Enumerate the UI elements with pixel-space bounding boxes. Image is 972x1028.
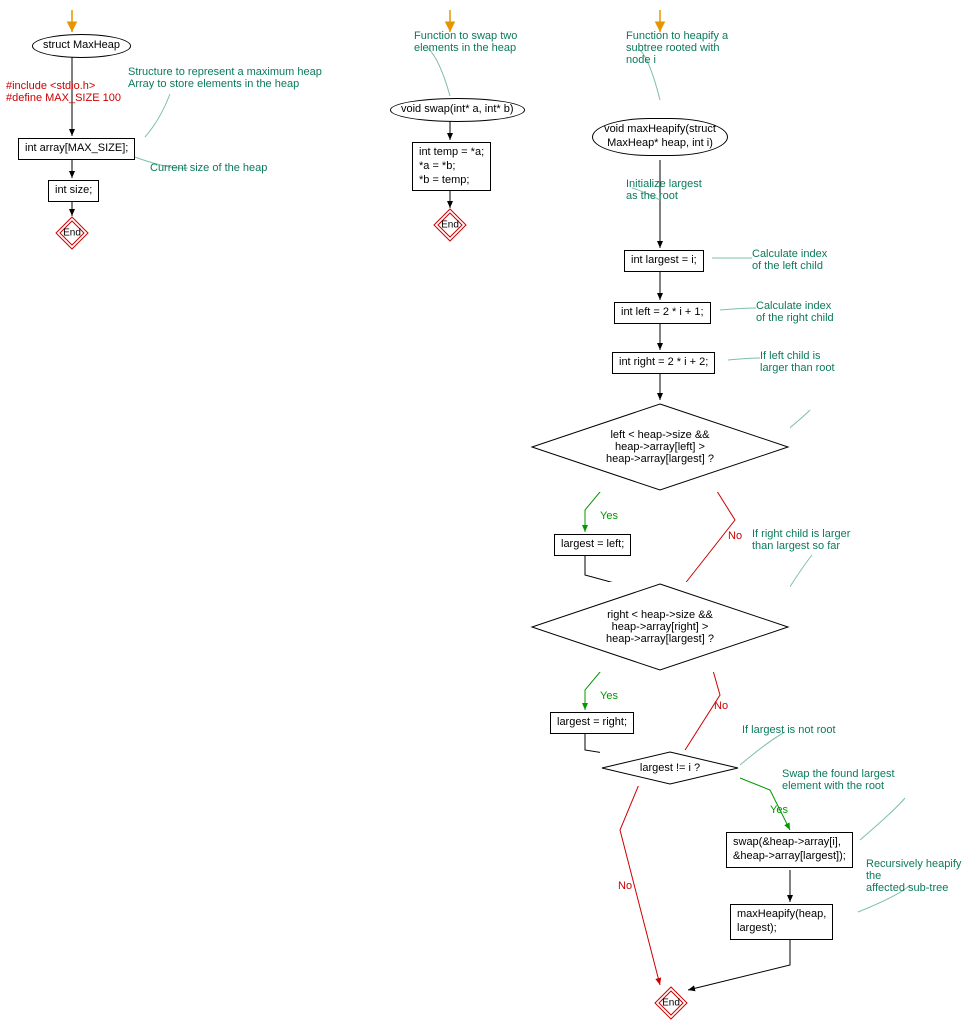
col3-setright-box: largest = right;	[550, 712, 634, 734]
col2-comment: Function to swap two elements in the hea…	[414, 30, 517, 54]
col3-end-label: End	[662, 998, 680, 1009]
col3-cond3-label: largest != i ?	[640, 762, 700, 774]
col1-end: End	[55, 216, 89, 250]
col3-cond1-label: left < heap->size && heap->array[left] >…	[606, 429, 714, 465]
col3-largest-label: int largest = i;	[624, 250, 704, 272]
col1-title-label: struct MaxHeap	[32, 34, 131, 58]
col3-comment-rec: Recursively heapify the affected sub-tre…	[866, 858, 972, 894]
cond1-no: No	[728, 530, 742, 542]
cond1-yes: Yes	[600, 510, 618, 522]
col3-right-box: int right = 2 * i + 2;	[612, 352, 715, 374]
col3-right-label: int right = 2 * i + 2;	[612, 352, 715, 374]
col1-title: struct MaxHeap	[32, 34, 131, 58]
col3-comment-right: Calculate index of the right child	[756, 300, 834, 324]
col1-end-label: End	[63, 228, 81, 239]
col3-largest-box: int largest = i;	[624, 250, 704, 272]
col2-body-box: int temp = *a; *a = *b; *b = temp;	[412, 142, 491, 191]
col3-comment-init: Initialize largest as the root	[626, 178, 702, 202]
col3-swap-box: swap(&heap->array[i], &heap->array[large…	[726, 832, 853, 868]
col1-array-box: int array[MAX_SIZE];	[18, 138, 135, 160]
col3-title: void maxHeapify(struct MaxHeap* heap, in…	[592, 118, 728, 156]
flowchart-canvas: struct MaxHeap #include <stdio.h> #defin…	[0, 0, 972, 1028]
col1-comment-size: Current size of the heap	[150, 162, 267, 174]
col3-left-label: int left = 2 * i + 1;	[614, 302, 711, 324]
col3-title-label: void maxHeapify(struct MaxHeap* heap, in…	[592, 118, 728, 156]
col3-left-box: int left = 2 * i + 1;	[614, 302, 711, 324]
col2-title-label: void swap(int* a, int* b)	[390, 98, 525, 122]
col2-end: End	[433, 208, 467, 242]
col1-size-box: int size;	[48, 180, 99, 202]
col3-cond3: largest != i ?	[600, 750, 740, 786]
cond3-no: No	[618, 880, 632, 892]
col2-body-label: int temp = *a; *a = *b; *b = temp;	[412, 142, 491, 191]
col3-setleft-label: largest = left;	[554, 534, 631, 556]
col1-comment-struct: Structure to represent a maximum heap Ar…	[128, 66, 322, 90]
col3-cond2-label: right < heap->size && heap->array[right]…	[606, 609, 714, 645]
col3-end: End	[654, 986, 688, 1020]
col3-setright-label: largest = right;	[550, 712, 634, 734]
cond2-no: No	[714, 700, 728, 712]
col3-cond1: left < heap->size && heap->array[left] >…	[530, 402, 790, 492]
col1-size-label: int size;	[48, 180, 99, 202]
col3-comment-top: Function to heapify a subtree rooted wit…	[626, 30, 728, 66]
col1-array-label: int array[MAX_SIZE];	[18, 138, 135, 160]
col3-comment-cond2: If right child is larger than largest so…	[752, 528, 850, 552]
col3-rec-label: maxHeapify(heap, largest);	[730, 904, 833, 940]
col3-cond2: right < heap->size && heap->array[right]…	[530, 582, 790, 672]
cond2-yes: Yes	[600, 690, 618, 702]
col3-comment-cond3: If largest is not root	[742, 724, 836, 736]
col3-comment-left: Calculate index of the left child	[752, 248, 827, 272]
cond3-yes: Yes	[770, 804, 788, 816]
col2-title: void swap(int* a, int* b)	[390, 98, 525, 122]
col3-swap-label: swap(&heap->array[i], &heap->array[large…	[726, 832, 853, 868]
col1-defines: #include <stdio.h> #define MAX_SIZE 100	[6, 80, 121, 104]
col3-comment-swap: Swap the found largest element with the …	[782, 768, 895, 792]
col2-end-label: End	[441, 220, 459, 231]
col3-comment-cond1: If left child is larger than root	[760, 350, 835, 374]
col3-rec-box: maxHeapify(heap, largest);	[730, 904, 833, 940]
col3-setleft-box: largest = left;	[554, 534, 631, 556]
